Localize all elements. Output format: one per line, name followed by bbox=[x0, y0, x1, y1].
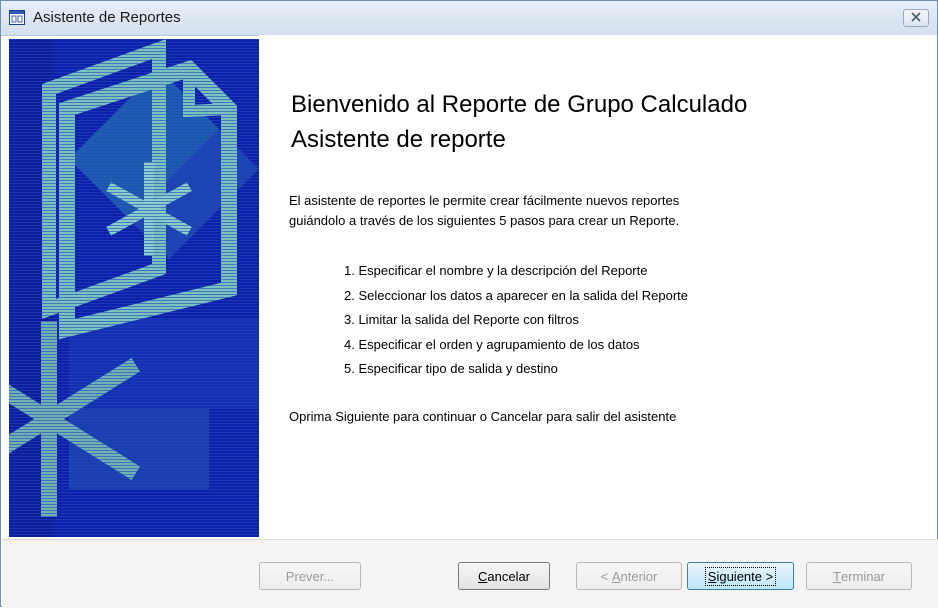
cancel-mnemonic: C bbox=[477, 568, 488, 584]
preview-button[interactable]: Prever... bbox=[259, 562, 361, 590]
button-bar: Prever... Cancelar < Anterior Siguiente … bbox=[2, 539, 938, 608]
preview-button-label: Prever... bbox=[285, 568, 335, 584]
back-button-label: nterior bbox=[620, 568, 658, 584]
finish-button[interactable]: Terminar bbox=[806, 562, 912, 590]
cancel-button-label: ancelar bbox=[487, 568, 531, 584]
next-button[interactable]: Siguiente > bbox=[687, 562, 794, 590]
window-title: Asistente de Reportes bbox=[33, 9, 181, 26]
back-mnemonic: A bbox=[611, 568, 621, 584]
wizard-window: Asistente de Reportes Bienvenido al Repo… bbox=[0, 0, 938, 608]
step-item: 5. Especificar tipo de salida y destino bbox=[344, 361, 558, 376]
wizard-sidebar-image bbox=[9, 39, 259, 537]
wizard-content: Bienvenido al Reporte de Grupo Calculado… bbox=[259, 35, 937, 539]
finish-mnemonic: T bbox=[832, 568, 841, 584]
close-icon bbox=[911, 9, 921, 27]
heading-line-1: Bienvenido al Reporte de Grupo Calculado bbox=[291, 91, 748, 118]
back-button[interactable]: < Anterior bbox=[576, 562, 682, 590]
title-bar: Asistente de Reportes bbox=[1, 1, 937, 36]
report-wizard-artwork bbox=[9, 39, 259, 537]
intro-text: El asistente de reportes le permite crea… bbox=[289, 191, 809, 231]
step-item: 4. Especificar el orden y agrupamiento d… bbox=[344, 336, 640, 352]
wizard-heading: Bienvenido al Reporte de Grupo Calculado… bbox=[291, 87, 747, 157]
steps-list: 1. Especificar el nombre y la descripció… bbox=[344, 261, 688, 384]
next-button-focus: Siguiente > bbox=[704, 566, 777, 586]
heading-line-2: Asistente de reporte bbox=[291, 126, 506, 153]
intro-line-2: guiándolo a través de los siguientes 5 p… bbox=[289, 213, 680, 228]
step-item: 3. Limitar la salida del Reporte con fil… bbox=[344, 312, 579, 327]
intro-line-1: El asistente de reportes le permite crea… bbox=[289, 193, 680, 208]
instruction-text: Oprima Siguiente para continuar o Cancel… bbox=[289, 409, 677, 424]
finish-button-label: erminar bbox=[840, 568, 886, 584]
step-item: 1. Especificar el nombre y la descripció… bbox=[344, 263, 648, 278]
close-button[interactable] bbox=[903, 9, 929, 27]
report-window-icon bbox=[9, 10, 25, 25]
back-prefix: < bbox=[600, 568, 612, 584]
cancel-button[interactable]: Cancelar bbox=[458, 562, 550, 590]
step-item: 2. Seleccionar los datos a aparecer en l… bbox=[344, 287, 688, 303]
next-button-label: iguiente > bbox=[716, 568, 774, 584]
